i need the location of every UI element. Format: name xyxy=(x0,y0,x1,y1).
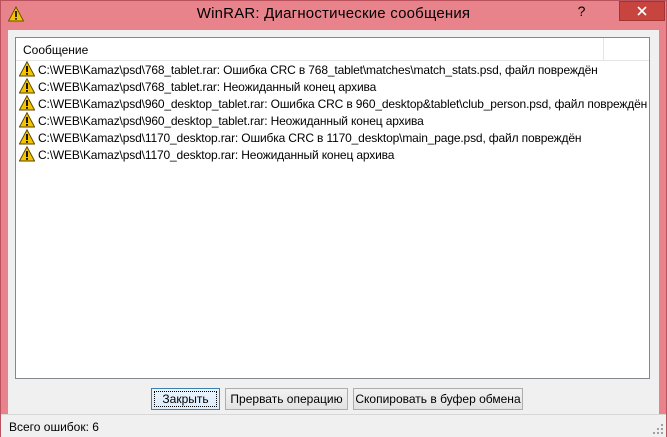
warning-icon xyxy=(19,146,35,162)
close-button[interactable]: Закрыть xyxy=(151,388,220,410)
copy-button-label: Скопировать в буфер обмена xyxy=(355,392,521,406)
error-count-text: Всего ошибок: 6 xyxy=(9,420,99,434)
window-title: WinRAR: Диагностические сообщения xyxy=(196,5,471,22)
dialog-content: Сообщение C:\WEB\Kamaz\psd\768_tablet.ra… xyxy=(8,30,659,414)
list-item[interactable]: C:\WEB\Kamaz\psd\1170_desktop.rar: Неожи… xyxy=(16,146,649,163)
button-row: Закрыть Прервать операцию Скопировать в … xyxy=(8,388,659,412)
help-button[interactable]: ? xyxy=(569,1,594,21)
question-icon: ? xyxy=(577,3,586,19)
list-item[interactable]: C:\WEB\Kamaz\psd\768_tablet.rar: Ошибка … xyxy=(16,61,649,78)
list-item-text: C:\WEB\Kamaz\psd\960_desktop_tablet.rar:… xyxy=(38,97,648,111)
list-rows: C:\WEB\Kamaz\psd\768_tablet.rar: Ошибка … xyxy=(16,61,649,163)
list-item[interactable]: C:\WEB\Kamaz\psd\960_desktop_tablet.rar:… xyxy=(16,112,649,129)
list-item[interactable]: C:\WEB\Kamaz\psd\768_tablet.rar: Неожида… xyxy=(16,78,649,95)
list-item[interactable]: C:\WEB\Kamaz\psd\960_desktop_tablet.rar:… xyxy=(16,95,649,112)
status-bar: Всего ошибок: 6 xyxy=(1,414,666,437)
title-bar[interactable]: WinRAR: Диагностические сообщения ? xyxy=(1,1,666,29)
warning-icon xyxy=(19,129,35,145)
list-item[interactable]: C:\WEB\Kamaz\psd\1170_desktop.rar: Ошибк… xyxy=(16,129,649,146)
warning-icon xyxy=(19,95,35,111)
list-item-text: C:\WEB\Kamaz\psd\768_tablet.rar: Ошибка … xyxy=(38,63,598,77)
list-item-text: C:\WEB\Kamaz\psd\1170_desktop.rar: Неожи… xyxy=(38,148,395,162)
column-header-label: Сообщение xyxy=(23,43,89,57)
copy-to-clipboard-button[interactable]: Скопировать в буфер обмена xyxy=(353,388,523,410)
abort-button-label: Прервать операцию xyxy=(230,392,343,406)
list-item-text: C:\WEB\Kamaz\psd\960_desktop_tablet.rar:… xyxy=(38,114,424,128)
list-header: Сообщение xyxy=(16,38,649,61)
close-icon xyxy=(637,6,647,16)
messages-list[interactable]: Сообщение C:\WEB\Kamaz\psd\768_tablet.ra… xyxy=(15,37,650,379)
window-close-button[interactable] xyxy=(619,1,665,21)
warning-icon xyxy=(19,78,35,94)
list-item-text: C:\WEB\Kamaz\psd\1170_desktop.rar: Ошибк… xyxy=(38,131,582,145)
abort-operation-button[interactable]: Прервать операцию xyxy=(225,388,348,410)
list-item-text: C:\WEB\Kamaz\psd\768_tablet.rar: Неожида… xyxy=(38,80,377,94)
warning-icon xyxy=(19,61,35,77)
focus-ring xyxy=(154,391,217,407)
warning-icon xyxy=(19,112,35,128)
winrar-diagnostics-window: WinRAR: Диагностические сообщения ? Сооб… xyxy=(0,0,667,437)
column-header-message[interactable]: Сообщение xyxy=(16,38,604,60)
resize-grip-icon[interactable] xyxy=(652,423,664,435)
